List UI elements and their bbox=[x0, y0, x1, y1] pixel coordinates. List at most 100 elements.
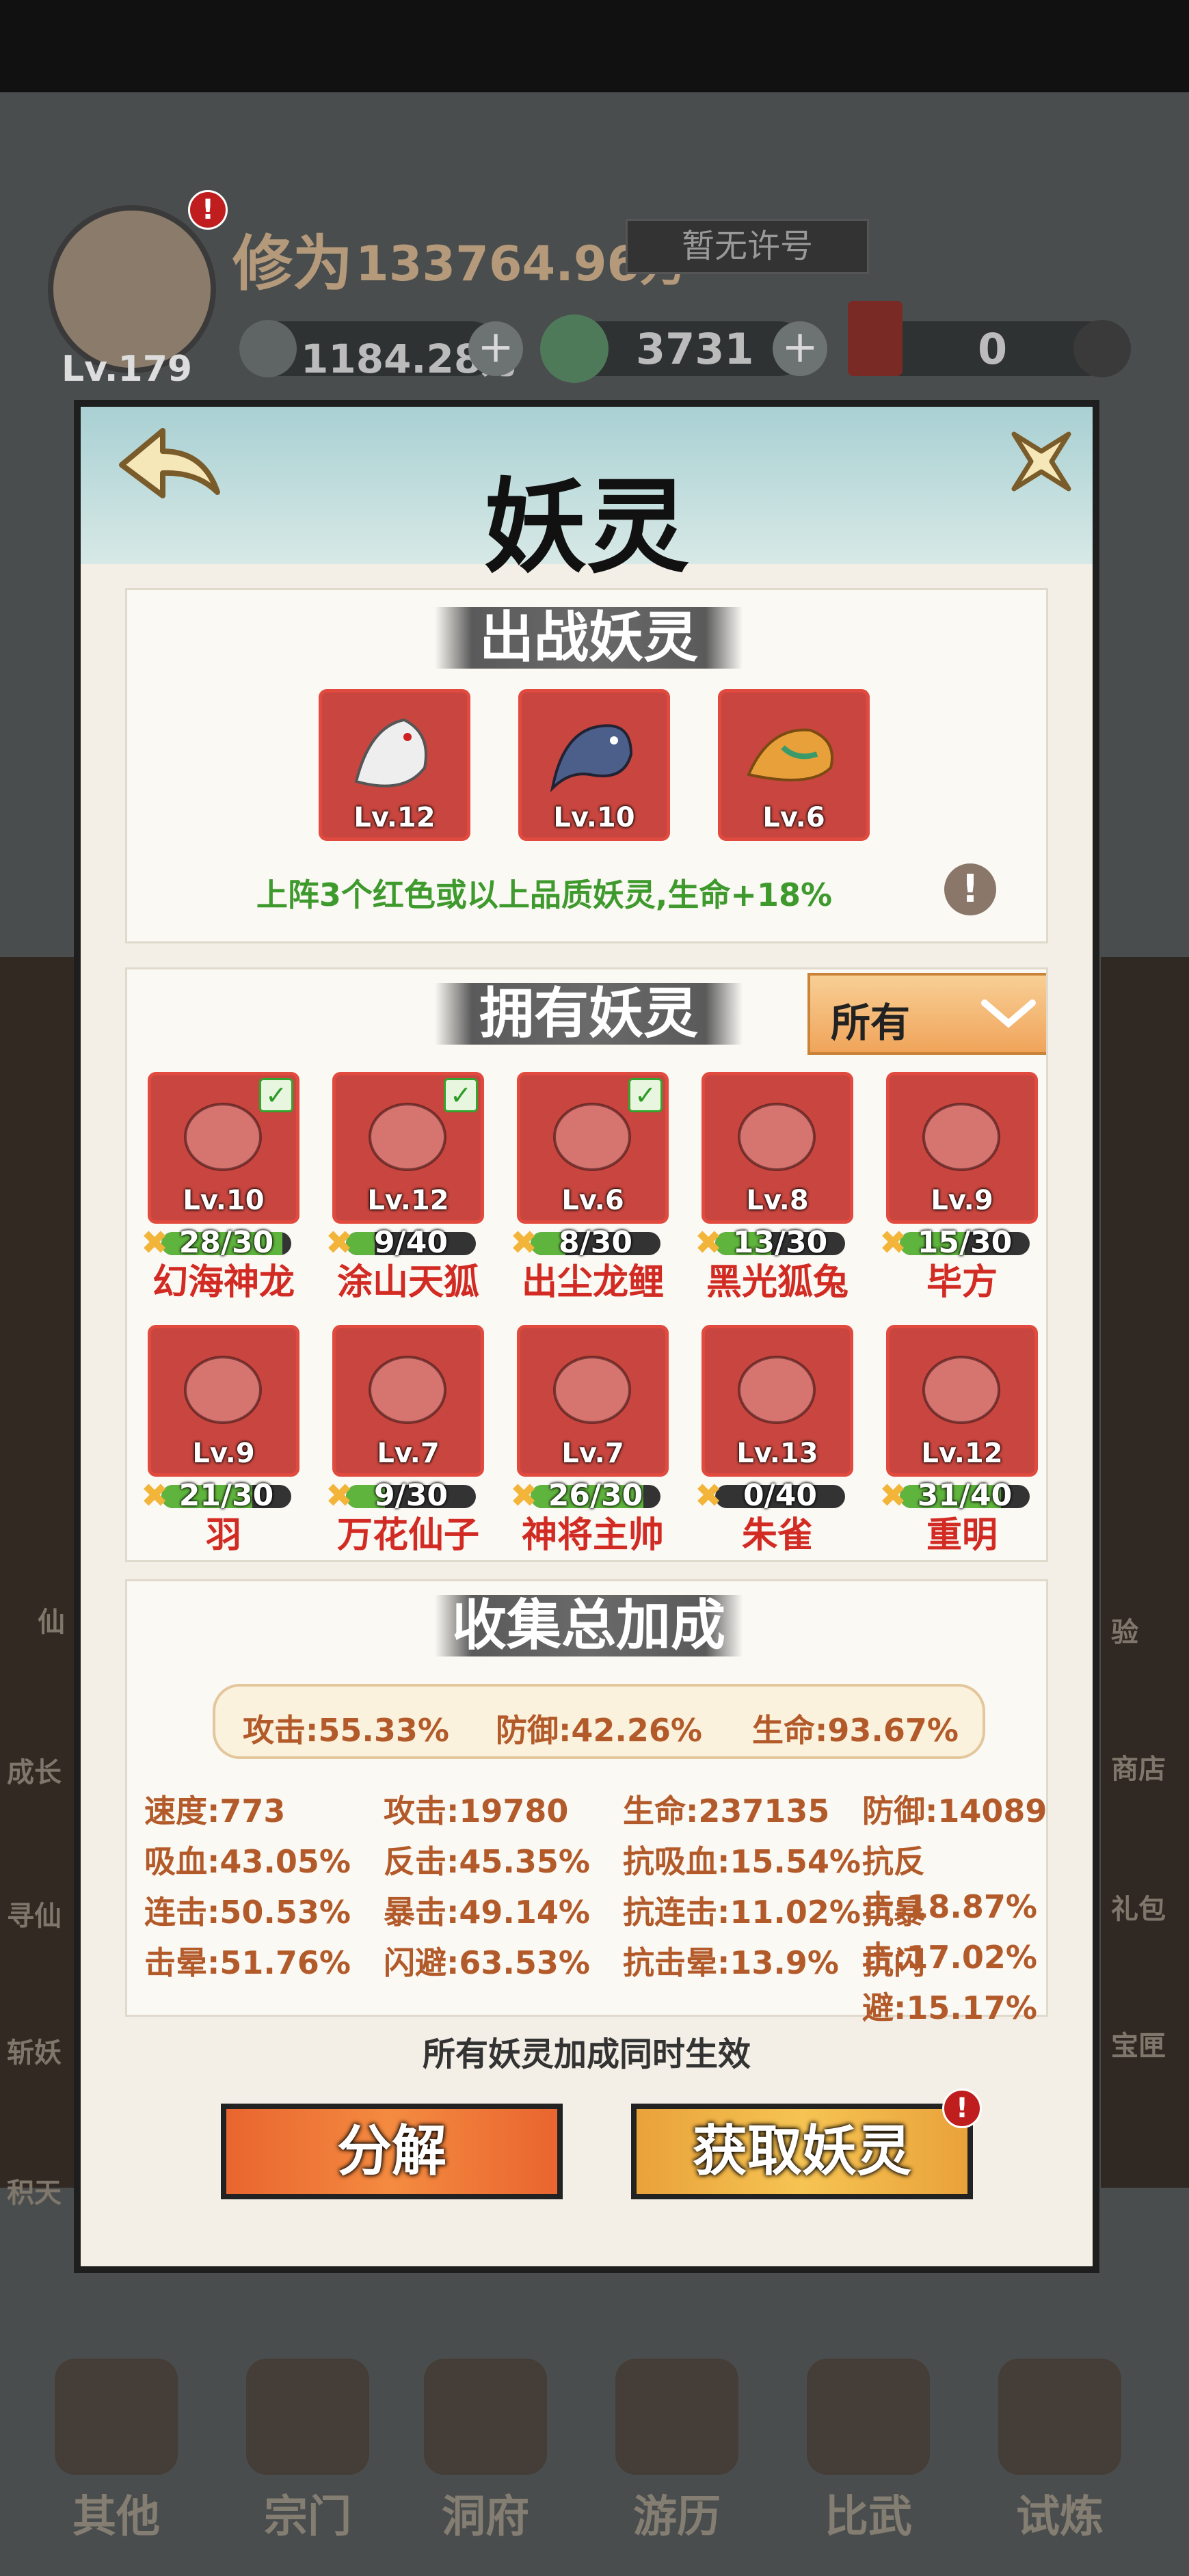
pet-item[interactable]: Lv.9 ✖ 21/30 羽 bbox=[141, 1325, 312, 1560]
pet-name: 万花仙子 bbox=[336, 1515, 479, 1556]
pet-item[interactable]: Lv.10 ✓ ✖ 28/30 幻海神龙 bbox=[141, 1072, 312, 1318]
summary-attack: 攻击:55.33% bbox=[243, 1712, 449, 1749]
pet-card[interactable]: Lv.10 ✓ bbox=[148, 1072, 299, 1224]
close-icon[interactable] bbox=[1004, 424, 1079, 499]
pet-card[interactable]: Lv.12 bbox=[886, 1325, 1038, 1477]
pet-item[interactable]: Lv.7 ✖ 26/30 神将主帅 bbox=[510, 1325, 681, 1560]
equipped-check-icon: ✓ bbox=[259, 1078, 293, 1112]
side-entry-4[interactable]: 积天 bbox=[7, 2171, 62, 2210]
fragment-count: 26/30 bbox=[548, 1478, 643, 1513]
collection-stat: 速度:773 bbox=[144, 1793, 286, 1829]
mountain-icon bbox=[615, 2359, 738, 2475]
battle-slot[interactable]: Lv.12 bbox=[319, 689, 470, 841]
pet-item[interactable]: Lv.13 ✖ 0/40 朱雀 bbox=[695, 1325, 866, 1560]
side-entry-right-1[interactable]: 商店 bbox=[1111, 1747, 1166, 1786]
nav-sect[interactable]: 宗门 bbox=[232, 2359, 383, 2543]
pet-level: Lv.7 bbox=[377, 1438, 440, 1469]
side-entry-3[interactable]: 斩妖 bbox=[7, 2030, 62, 2070]
battle-slot[interactable]: Lv.6 bbox=[718, 689, 870, 841]
collection-stat: 生命:237135 bbox=[623, 1793, 830, 1829]
fragment-count: 9/30 bbox=[374, 1478, 448, 1513]
back-arrow-icon[interactable] bbox=[108, 424, 224, 506]
pet-level: Lv.10 bbox=[553, 802, 635, 833]
side-entry-0[interactable]: 仙 bbox=[38, 1600, 65, 1639]
pet-art-icon bbox=[922, 1103, 1000, 1171]
pet-art-icon bbox=[922, 1356, 1000, 1424]
pet-art-icon bbox=[738, 1356, 816, 1424]
pet-card[interactable]: Lv.6 ✓ bbox=[517, 1072, 669, 1224]
right-side-panel bbox=[1101, 957, 1189, 2188]
collection-stat: 抗击晕:13.9% bbox=[623, 1944, 839, 1981]
pet-item[interactable]: Lv.8 ✖ 13/30 黑光狐兔 bbox=[695, 1072, 866, 1318]
side-entry-2[interactable]: 寻仙 bbox=[7, 1894, 62, 1933]
fragment-progress: ✖ 9/40 bbox=[325, 1225, 490, 1260]
pet-item[interactable]: Lv.12 ✖ 31/40 重明 bbox=[879, 1325, 1046, 1560]
pet-card[interactable]: Lv.7 bbox=[517, 1325, 669, 1477]
nav-label: 游历 bbox=[633, 2492, 721, 2543]
jade-value: 3731 bbox=[636, 324, 754, 374]
pet-art-icon bbox=[184, 1356, 262, 1424]
side-entry-right-3[interactable]: 宝匣 bbox=[1111, 2024, 1166, 2063]
pet-card[interactable]: Lv.12 ✓ bbox=[332, 1072, 484, 1224]
fragment-progress: ✖ 13/30 bbox=[695, 1226, 859, 1259]
nav-other[interactable]: 其他 bbox=[41, 2359, 191, 2543]
fox-art-icon bbox=[354, 718, 427, 788]
obtain-spirit-button[interactable]: 获取妖灵 bbox=[631, 2104, 973, 2199]
collection-note: 所有妖灵加成同时生效 bbox=[422, 2035, 751, 2074]
collection-summary: 攻击:55.33% 防御:42.26% 生命:93.67% bbox=[213, 1684, 985, 1759]
pet-card[interactable]: Lv.8 bbox=[702, 1072, 853, 1224]
battle-section: 出战妖灵 Lv.12 Lv.10 Lv.6 上阵3个红色或以上品质妖灵,生命+1… bbox=[125, 588, 1048, 943]
fragment-progress: ✖ 0/40 bbox=[695, 1479, 859, 1512]
spirit-beast-modal: 妖灵 出战妖灵 Lv.12 Lv.10 Lv.6 上阵3个红色或以上品质妖灵,生… bbox=[74, 400, 1099, 2273]
globe-icon[interactable] bbox=[1073, 320, 1131, 377]
fragment-count: 31/40 bbox=[917, 1478, 1013, 1513]
pet-level: Lv.12 bbox=[353, 802, 436, 833]
collection-stat: 暴击:49.14% bbox=[384, 1894, 590, 1931]
collection-stat: 抗吸血:15.54% bbox=[623, 1843, 861, 1880]
add-spirit-stone-button[interactable]: + bbox=[468, 321, 523, 376]
fragment-count: 9/40 bbox=[374, 1225, 448, 1260]
decompose-button[interactable]: 分解 bbox=[221, 2104, 563, 2199]
add-jade-button[interactable]: + bbox=[773, 321, 827, 376]
pet-card[interactable]: Lv.13 bbox=[702, 1325, 853, 1477]
pet-item[interactable]: Lv.6 ✓ ✖ 8/30 出尘龙鲤 bbox=[510, 1072, 681, 1318]
nav-cave[interactable]: 洞府 bbox=[410, 2359, 561, 2543]
nav-duel[interactable]: 比武 bbox=[793, 2359, 944, 2543]
filter-dropdown[interactable]: 所有 bbox=[807, 973, 1046, 1055]
side-entry-right-0[interactable]: 验 bbox=[1111, 1610, 1138, 1650]
pet-card[interactable]: Lv.9 bbox=[886, 1072, 1038, 1224]
battle-slot[interactable]: Lv.10 bbox=[518, 689, 670, 841]
side-entry-1[interactable]: 成长 bbox=[7, 1750, 62, 1790]
collection-section-title: 收集总加成 bbox=[435, 1595, 743, 1656]
pet-name: 羽 bbox=[205, 1515, 241, 1556]
pet-art-icon bbox=[553, 1356, 631, 1424]
pet-item[interactable]: Lv.12 ✓ ✖ 9/40 涂山天狐 bbox=[325, 1072, 496, 1318]
pet-item[interactable]: Lv.9 ✖ 15/30 毕方 bbox=[879, 1072, 1046, 1318]
nav-trial[interactable]: 试炼 bbox=[985, 2359, 1135, 2543]
pet-card[interactable]: Lv.9 bbox=[148, 1325, 299, 1477]
pet-name: 黑光狐兔 bbox=[706, 1262, 849, 1303]
title-badge[interactable]: 暂无许号 bbox=[626, 219, 869, 274]
pet-level: Lv.6 bbox=[762, 802, 825, 833]
owned-section-title: 拥有妖灵 bbox=[435, 983, 743, 1045]
collection-stat: 反击:45.35% bbox=[384, 1843, 590, 1880]
nav-label: 宗门 bbox=[264, 2492, 351, 2543]
collection-stat: 抗连击:11.02% bbox=[623, 1894, 861, 1931]
fragment-progress: ✖ 15/30 bbox=[879, 1226, 1043, 1259]
pet-level: Lv.8 bbox=[746, 1185, 809, 1216]
summary-defense: 防御:42.26% bbox=[496, 1712, 702, 1749]
info-icon[interactable]: ! bbox=[944, 863, 996, 915]
collection-stat: 防御:14089 bbox=[862, 1793, 1047, 1829]
fragment-count: 21/30 bbox=[178, 1478, 274, 1513]
side-entry-right-2[interactable]: 礼包 bbox=[1111, 1887, 1166, 1927]
nav-travel[interactable]: 游历 bbox=[602, 2359, 752, 2543]
pet-level: Lv.6 bbox=[561, 1185, 624, 1216]
pet-level: Lv.9 bbox=[192, 1438, 255, 1469]
pet-name: 涂山天狐 bbox=[336, 1262, 479, 1303]
pet-item[interactable]: Lv.7 ✖ 9/30 万花仙子 bbox=[325, 1325, 496, 1560]
pet-level: Lv.12 bbox=[367, 1185, 449, 1216]
pet-level: Lv.7 bbox=[561, 1438, 624, 1469]
pet-level: Lv.13 bbox=[736, 1438, 818, 1469]
swords-icon bbox=[807, 2359, 930, 2475]
pet-card[interactable]: Lv.7 bbox=[332, 1325, 484, 1477]
